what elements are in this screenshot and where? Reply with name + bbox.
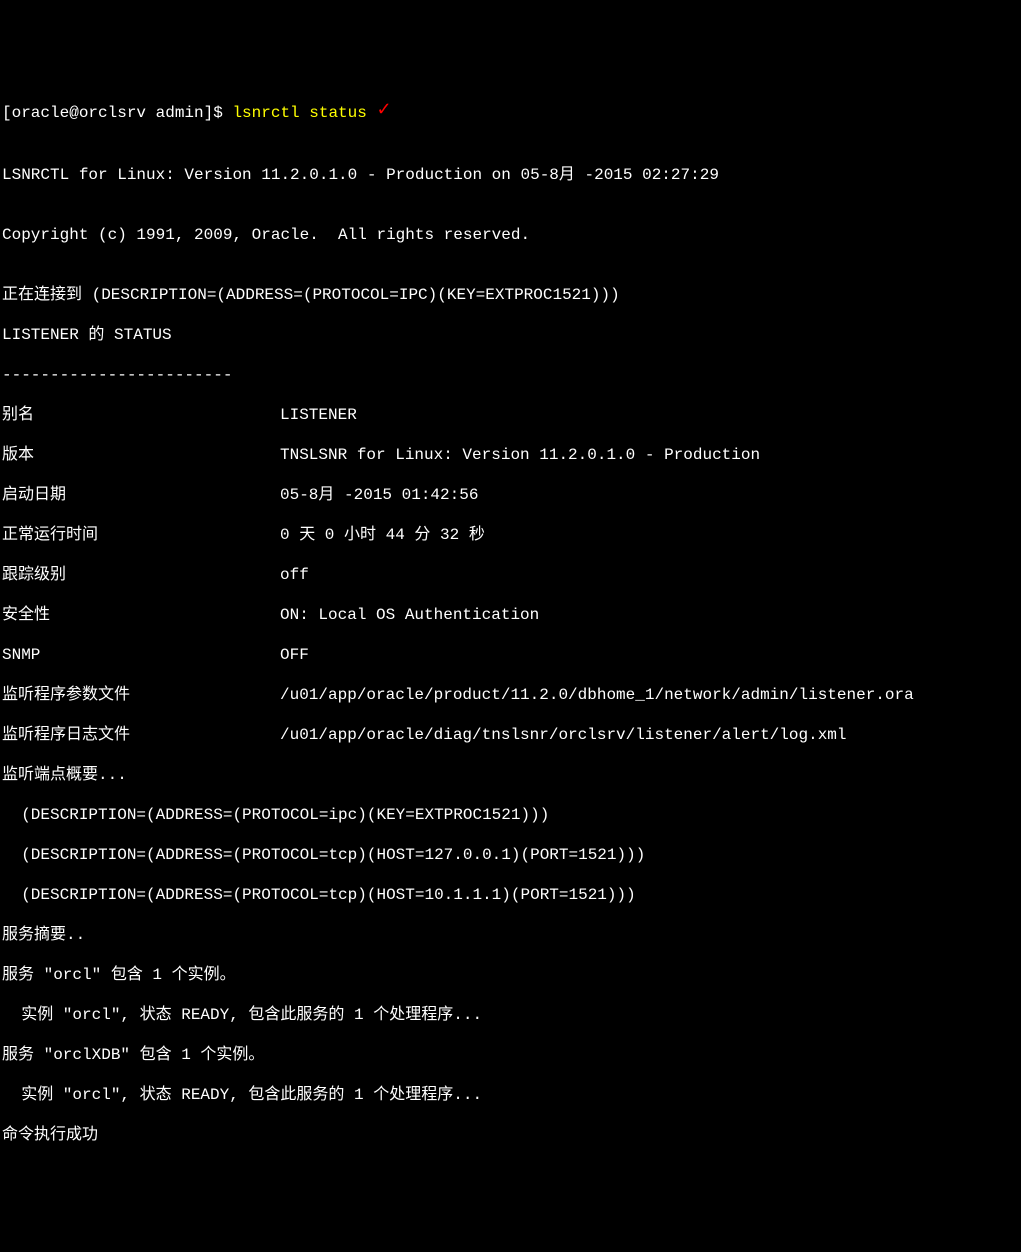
service-line-2: 服务 "orclXDB" 包含 1 个实例。 (2, 1045, 1021, 1065)
row-startdate: 启动日期05-8月 -2015 01:42:56 (2, 485, 1021, 505)
label-security: 安全性 (2, 605, 280, 625)
value-snmp: OFF (280, 645, 1021, 665)
endpoint-line-2: (DESCRIPTION=(ADDRESS=(PROTOCOL=tcp)(HOS… (2, 845, 1021, 865)
endpoint-summary-line: 监听端点概要... (2, 765, 1021, 785)
connecting-line: 正在连接到 (DESCRIPTION=(ADDRESS=(PROTOCOL=IP… (2, 285, 1021, 305)
label-trace: 跟踪级别 (2, 565, 280, 585)
value-security: ON: Local OS Authentication (280, 605, 1021, 625)
status-header-line: LISTENER 的 STATUS (2, 325, 1021, 345)
row-paramfile: 监听程序参数文件/u01/app/oracle/product/11.2.0/d… (2, 685, 1021, 705)
instance-line-1: 实例 "orcl", 状态 READY, 包含此服务的 1 个处理程序... (2, 1005, 1021, 1025)
label-startdate: 启动日期 (2, 485, 280, 505)
row-snmp: SNMPOFF (2, 645, 1021, 665)
value-alias: LISTENER (280, 405, 1021, 425)
label-paramfile: 监听程序参数文件 (2, 685, 280, 705)
service-line-1: 服务 "orcl" 包含 1 个实例。 (2, 965, 1021, 985)
row-security: 安全性ON: Local OS Authentication (2, 605, 1021, 625)
value-version: TNSLSNR for Linux: Version 11.2.0.1.0 - … (280, 445, 1021, 465)
value-uptime: 0 天 0 小时 44 分 32 秒 (280, 525, 1021, 545)
row-logfile: 监听程序日志文件/u01/app/oracle/diag/tnslsnr/orc… (2, 725, 1021, 745)
value-paramfile: /u01/app/oracle/product/11.2.0/dbhome_1/… (280, 685, 1021, 705)
success-line: 命令执行成功 (2, 1125, 1021, 1145)
command-text: lsnrctl status (232, 104, 366, 122)
copyright-line: Copyright (c) 1991, 2009, Oracle. All ri… (2, 225, 1021, 245)
check-icon: ✓ (376, 100, 391, 123)
instance-line-2: 实例 "orcl", 状态 READY, 包含此服务的 1 个处理程序... (2, 1085, 1021, 1105)
endpoint-line-1: (DESCRIPTION=(ADDRESS=(PROTOCOL=ipc)(KEY… (2, 805, 1021, 825)
value-trace: off (280, 565, 1021, 585)
label-uptime: 正常运行时间 (2, 525, 280, 545)
label-snmp: SNMP (2, 645, 280, 665)
endpoint-line-3: (DESCRIPTION=(ADDRESS=(PROTOCOL=tcp)(HOS… (2, 885, 1021, 905)
row-uptime: 正常运行时间0 天 0 小时 44 分 32 秒 (2, 525, 1021, 545)
row-alias: 别名LISTENER (2, 405, 1021, 425)
row-version: 版本TNSLSNR for Linux: Version 11.2.0.1.0 … (2, 445, 1021, 465)
row-trace: 跟踪级别off (2, 565, 1021, 585)
divider-line: ------------------------ (2, 365, 1021, 385)
label-logfile: 监听程序日志文件 (2, 725, 280, 745)
terminal-output: [oracle@orclsrv admin]$ lsnrctl status ✓… (0, 80, 1021, 1165)
shell-prompt: [oracle@orclsrv admin]$ (2, 104, 232, 122)
label-version: 版本 (2, 445, 280, 465)
prompt-line[interactable]: [oracle@orclsrv admin]$ lsnrctl status ✓ (2, 102, 1021, 125)
service-summary-line: 服务摘要.. (2, 925, 1021, 945)
lsnrctl-header: LSNRCTL for Linux: Version 11.2.0.1.0 - … (2, 165, 1021, 185)
value-startdate: 05-8月 -2015 01:42:56 (280, 485, 1021, 505)
label-alias: 别名 (2, 405, 280, 425)
value-logfile: /u01/app/oracle/diag/tnslsnr/orclsrv/lis… (280, 725, 1021, 745)
